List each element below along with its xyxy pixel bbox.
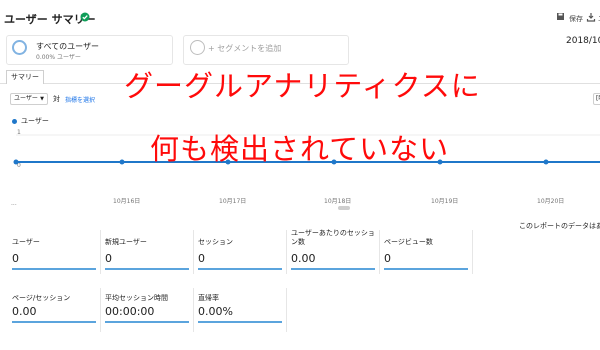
metric-sparkline [384, 268, 468, 270]
metric-value: 0.00 [291, 252, 316, 265]
save-icon[interactable] [556, 12, 566, 22]
segment-subtitle: 0.00% ユーザー [36, 54, 81, 61]
chart-more-indicator: ... [11, 200, 17, 207]
versus-label: 対 [53, 95, 60, 103]
metric-sparkline [291, 268, 375, 270]
legend-dot [12, 119, 17, 124]
metric-value: 0.00% [198, 305, 233, 318]
divider [286, 288, 287, 332]
metric-label: 新規ユーザー [105, 238, 147, 246]
x-tick-label: 10月17日 [219, 198, 247, 205]
metric-value: 0 [198, 252, 205, 265]
metric-label: ページビュー数 [384, 238, 433, 246]
overlay-caption-line1: グーグルアナリティクスに [124, 69, 481, 103]
metric-sparkline [105, 268, 189, 270]
metric-label: ページ/セッション [12, 294, 71, 302]
data-point[interactable] [119, 159, 125, 165]
divider [379, 230, 380, 274]
add-segment-circle-icon [190, 40, 205, 55]
metric-label: セッション [198, 238, 233, 246]
data-point[interactable] [13, 159, 19, 165]
metric-sparkline [12, 321, 96, 323]
divider [100, 288, 101, 332]
metric-dropdown[interactable]: ユーザー ▼ [10, 93, 48, 105]
add-segment-label[interactable]: + セグメントを追加 [208, 43, 281, 54]
metric-value: 0 [12, 252, 19, 265]
data-point[interactable] [543, 159, 549, 165]
metric-sparkline [12, 268, 96, 270]
tab-summary[interactable]: サマリー [6, 70, 44, 84]
metric-label: 平均セッション時間 [105, 294, 168, 302]
metric-sparkline [105, 321, 189, 323]
x-tick-label: 10月19日 [431, 198, 459, 205]
verified-check-icon [80, 12, 90, 22]
export-icon[interactable] [586, 12, 596, 22]
overlay-caption-line2: 何も検出されていない [150, 132, 450, 166]
x-tick-label: 10月16日 [113, 198, 141, 205]
time-granularity-dropdown[interactable]: [時 [593, 93, 600, 105]
metric-value: 0.00 [12, 305, 37, 318]
divider [472, 230, 473, 274]
metric-value: 0 [384, 252, 391, 265]
metric-sparkline [198, 321, 282, 323]
x-tick-label: 10月18日 [324, 198, 352, 205]
report-note: このレポートのデータはあり [519, 222, 600, 230]
metric-sparkline [198, 268, 282, 270]
metric-dropdown-value: ユーザー [14, 95, 38, 102]
divider [193, 230, 194, 274]
divider [286, 230, 287, 274]
save-button-label[interactable]: 保存 [569, 14, 583, 24]
segment-circle-icon [12, 40, 27, 55]
chevron-down-icon: ▼ [40, 96, 44, 102]
metric-label: ユーザー [12, 238, 40, 246]
divider [193, 288, 194, 332]
chart-range-handle[interactable] [338, 206, 350, 210]
metric-value: 00:00:00 [105, 305, 155, 318]
segment-title: すべてのユーザー [36, 42, 99, 51]
select-metric-link[interactable]: 指標を選択 [65, 95, 95, 104]
metric-value: 0 [105, 252, 112, 265]
metric-label: ユーザーあたりのセッション数 [291, 229, 375, 246]
metric-label: 直帰率 [198, 294, 219, 302]
date-range-picker[interactable]: 2018/10/ [566, 36, 600, 46]
divider [100, 230, 101, 274]
x-tick-label: 10月20日 [537, 198, 565, 205]
